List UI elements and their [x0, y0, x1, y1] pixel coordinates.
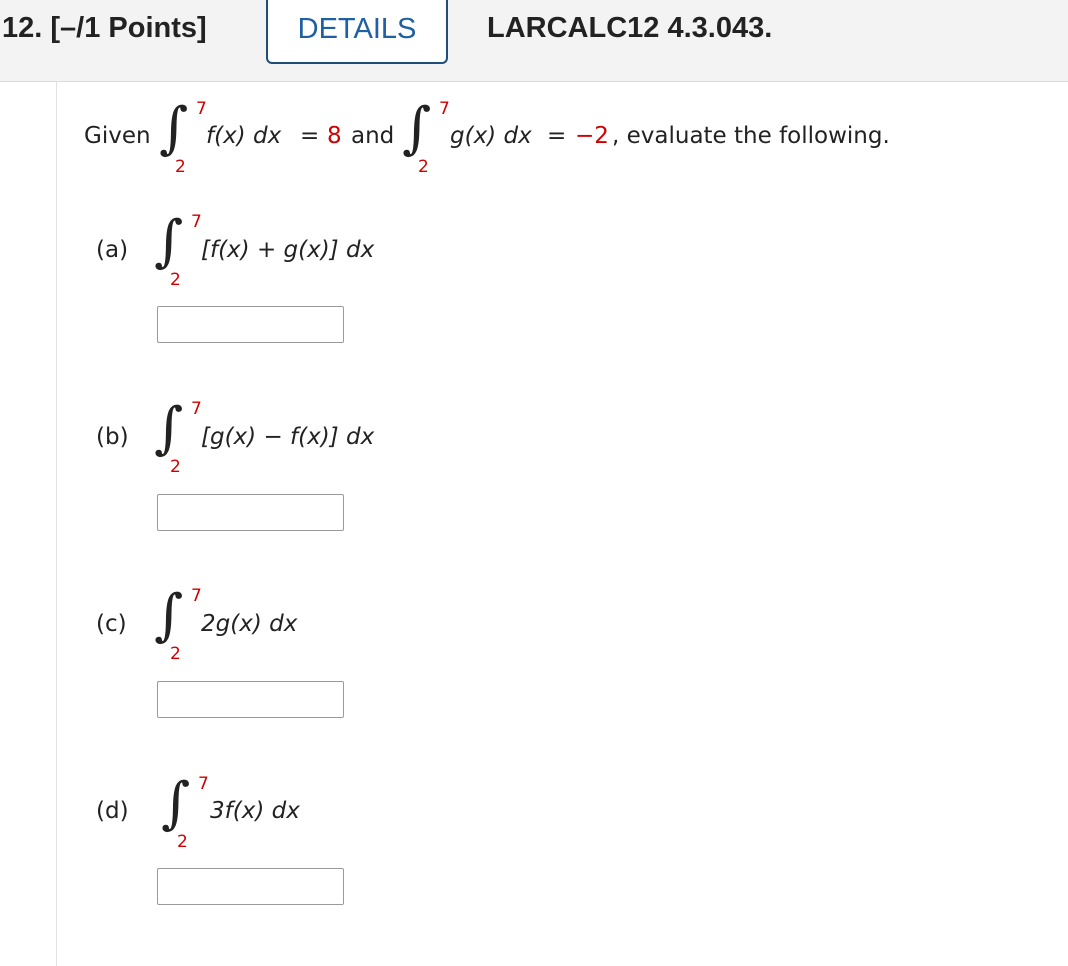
integral-sign-icon: ∫: [154, 209, 184, 274]
integral-lower-limit: 2: [418, 157, 429, 177]
integral-upper-limit: 7: [191, 399, 202, 419]
integral-sign-icon: ∫: [402, 96, 432, 161]
details-button[interactable]: DETAILS: [266, 0, 448, 64]
question-points-title: 12. [–/1 Points]: [2, 12, 207, 44]
answer-input-c[interactable]: [157, 681, 344, 718]
integral-lower-limit: 2: [175, 157, 186, 177]
integral-sign-icon: ∫: [161, 771, 191, 836]
integral-sign-icon: ∫: [154, 583, 184, 648]
answer-input-a[interactable]: [157, 306, 344, 343]
integrand-f: f(x) dx: [206, 123, 282, 149]
answer-input-d[interactable]: [157, 868, 344, 905]
instruction-tail: , evaluate the following.: [612, 123, 890, 149]
integrand: [g(x) − f(x)] dx: [201, 424, 375, 450]
integral-lower-limit: 2: [177, 832, 188, 852]
part-label: (a): [96, 237, 129, 263]
integral-upper-limit: 7: [198, 774, 209, 794]
integral-upper-limit: 7: [191, 212, 202, 232]
question-header: 12. [–/1 Points] DETAILS LARCALC12 4.3.0…: [0, 0, 1068, 82]
integrand: 2g(x) dx: [201, 611, 298, 637]
integrand-g: g(x) dx: [450, 123, 532, 149]
part-label: (c): [96, 611, 127, 637]
equals-sign: =: [300, 123, 320, 149]
integral-upper-limit: 7: [439, 99, 450, 119]
integral-sign-icon: ∫: [159, 96, 189, 161]
integral-lower-limit: 2: [170, 457, 181, 477]
and-word: and: [351, 123, 395, 149]
integral-lower-limit: 2: [170, 644, 181, 664]
integral-upper-limit: 7: [191, 586, 202, 606]
integrand: [f(x) + g(x)] dx: [201, 237, 375, 263]
integral-lower-limit: 2: [170, 270, 181, 290]
given-value-f: 8: [327, 123, 342, 149]
problem-code: LARCALC12 4.3.043.: [487, 12, 773, 44]
part-label: (b): [96, 424, 129, 450]
integral-upper-limit: 7: [196, 99, 207, 119]
integral-sign-icon: ∫: [154, 396, 184, 461]
integrand: 3f(x) dx: [210, 798, 300, 824]
answer-input-b[interactable]: [157, 494, 344, 531]
part-label: (d): [96, 798, 129, 824]
content-divider: [56, 82, 57, 966]
given-value-g: −2: [575, 123, 609, 149]
equals-sign: =: [547, 123, 567, 149]
given-word: Given: [84, 123, 151, 149]
